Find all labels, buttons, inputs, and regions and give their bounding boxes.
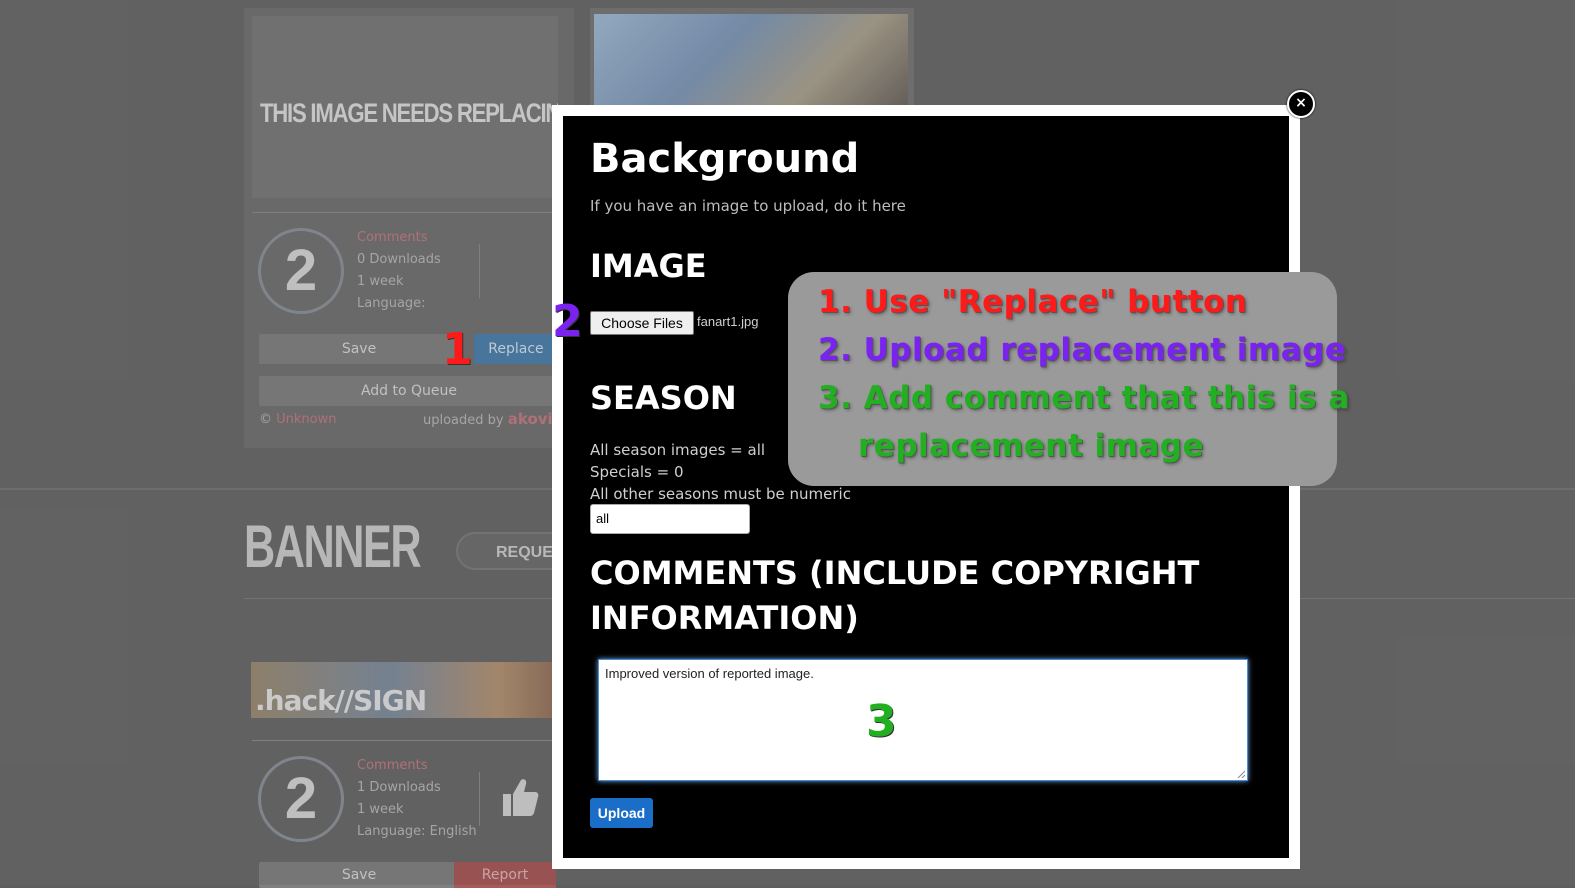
resize-handle-icon[interactable] xyxy=(1237,770,1245,778)
step-3-instruction-cont: replacement image xyxy=(858,428,1205,464)
step-2-instruction: 2. Upload replacement image xyxy=(818,332,1347,368)
comments-text: Improved version of reported image. xyxy=(605,666,814,681)
image-section-heading: IMAGE xyxy=(590,247,707,285)
modal-subtitle: If you have an image to upload, do it he… xyxy=(590,197,906,215)
marker-2: 2 xyxy=(552,296,583,347)
step-1-instruction: 1. Use "Replace" button xyxy=(818,284,1248,320)
step-3-instruction: 3. Add comment that this is a xyxy=(818,380,1350,416)
season-help-line: All other seasons must be numeric xyxy=(590,485,851,503)
choose-files-button[interactable]: Choose Files xyxy=(590,311,694,335)
comments-textarea[interactable]: Improved version of reported image. xyxy=(598,659,1248,781)
modal-title: Background xyxy=(590,136,860,182)
close-icon[interactable]: × xyxy=(1287,90,1315,118)
marker-3: 3 xyxy=(866,696,897,747)
comments-section-heading-cont: INFORMATION) xyxy=(590,599,859,637)
upload-button[interactable]: Upload xyxy=(590,798,653,828)
season-input[interactable]: all xyxy=(590,504,750,534)
selected-file-name: fanart1.jpg xyxy=(697,314,759,329)
comments-section-heading: COMMENTS (INCLUDE COPYRIGHT xyxy=(590,554,1200,592)
season-section-heading: SEASON xyxy=(590,379,737,417)
marker-1: 1 xyxy=(442,324,473,375)
